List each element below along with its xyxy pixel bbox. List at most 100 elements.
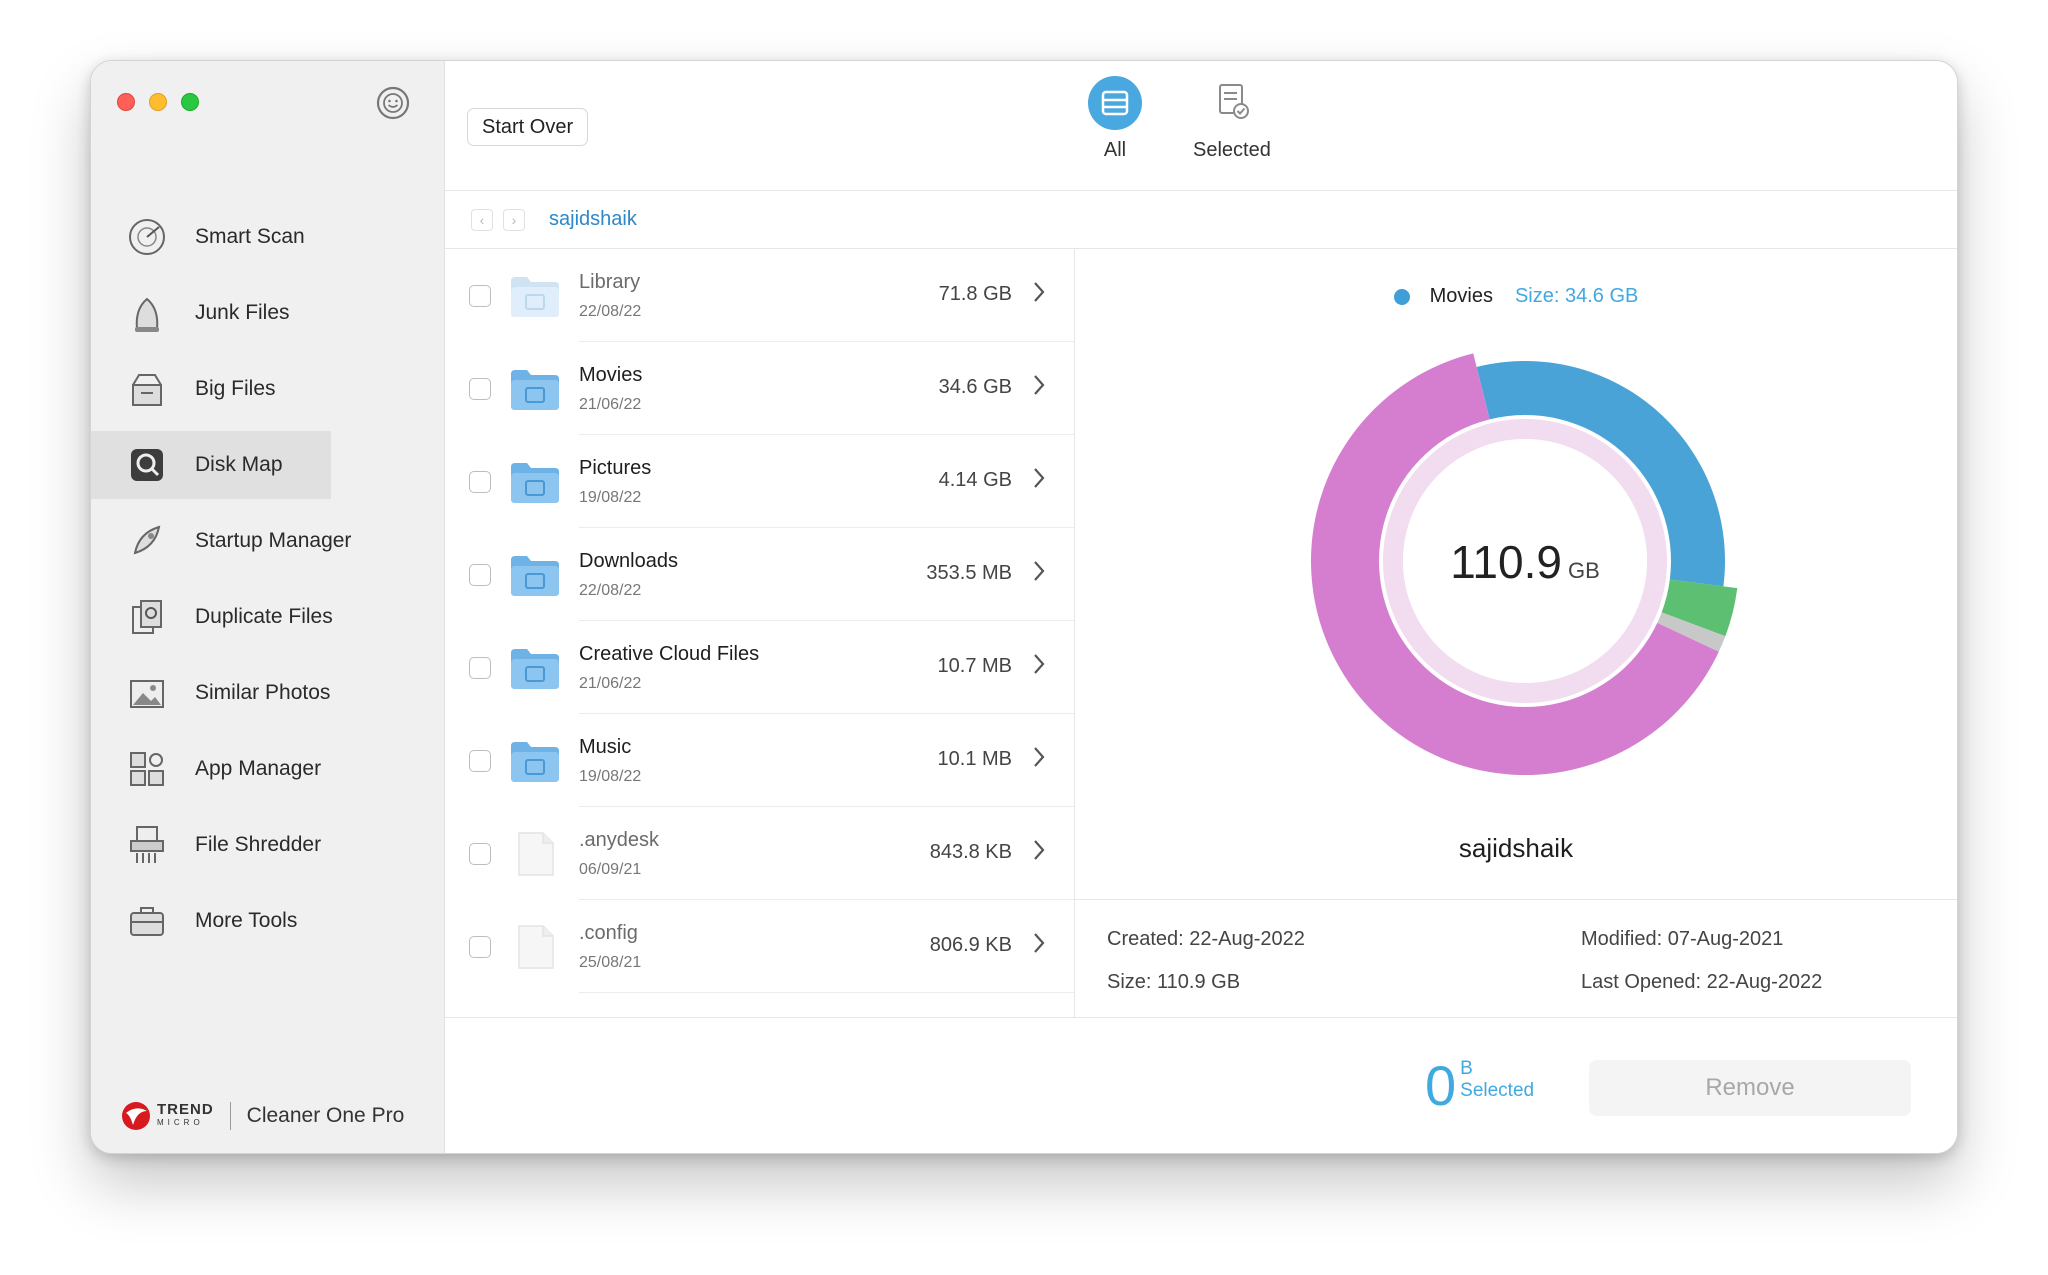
sidebar-item-similar-photos[interactable]: Similar Photos xyxy=(91,659,444,727)
sidebar-item-more-tools[interactable]: More Tools xyxy=(91,887,444,955)
tab-selected[interactable]: Selected xyxy=(1193,75,1271,162)
selected-size-label: Selected xyxy=(1460,1080,1535,1101)
row-checkbox[interactable] xyxy=(469,563,491,586)
chevron-right-icon[interactable] xyxy=(1032,651,1046,677)
sidebar-item-startup-manager[interactable]: Startup Manager xyxy=(91,507,444,575)
sidebar-item-label: Duplicate Files xyxy=(195,605,333,628)
close-window-button[interactable] xyxy=(117,93,135,111)
row-checkbox[interactable] xyxy=(469,377,491,400)
folder-icon xyxy=(511,369,559,410)
file-date: 19/08/22 xyxy=(579,768,642,785)
sidebar-item-smart-scan[interactable]: Smart Scan xyxy=(91,203,444,271)
chevron-right-icon[interactable] xyxy=(1032,558,1046,584)
back-arrow-button[interactable]: ‹ xyxy=(471,208,493,231)
main-panel: Start Over All Selected ‹ › sajidshaik L… xyxy=(445,61,1957,1153)
disk-map-icon xyxy=(131,449,163,481)
forward-arrow-button[interactable]: › xyxy=(503,208,525,231)
row-info: Creative Cloud Files 21/06/22 10.7 MB xyxy=(579,621,1074,714)
sidebar-item-big-files[interactable]: Big Files xyxy=(91,355,444,423)
selected-files-icon xyxy=(1218,84,1249,119)
row-checkbox[interactable] xyxy=(469,656,491,679)
file-row-movies[interactable]: Movies 21/06/22 34.6 GB xyxy=(445,342,1074,435)
sidebar-item-duplicate-files[interactable]: Duplicate Files xyxy=(91,583,444,651)
row-info: Library 22/08/22 71.8 GB xyxy=(579,249,1074,342)
file-row-library[interactable]: Library 22/08/22 71.8 GB xyxy=(445,249,1074,342)
tab-selected-label: Selected xyxy=(1193,139,1271,161)
selected-size-readout: 0 B Selected xyxy=(1425,1058,1534,1114)
donut-total-unit: GB xyxy=(1567,558,1600,583)
selected-folder-name: sajidshaik xyxy=(1458,833,1574,863)
file-name: Creative Cloud Files xyxy=(579,643,760,665)
all-files-icon xyxy=(1088,76,1142,130)
created-date: Created: 22-Aug-2022 xyxy=(1107,928,1305,950)
file-size: 353.5 MB xyxy=(926,562,1012,584)
row-checkbox[interactable] xyxy=(469,935,491,958)
sidebar-item-label: Disk Map xyxy=(195,453,283,476)
file-size: 34.6 GB xyxy=(938,376,1012,398)
chevron-right-icon[interactable] xyxy=(1032,372,1046,398)
vacuum-icon xyxy=(135,297,159,332)
file-size: 10.7 MB xyxy=(937,655,1012,677)
file-row-music[interactable]: Music 19/08/22 10.1 MB xyxy=(445,714,1074,807)
sidebar-item-junk-files[interactable]: Junk Files xyxy=(91,279,444,347)
folder-icon xyxy=(511,462,559,503)
file-date: 06/09/21 xyxy=(579,861,642,878)
box-icon xyxy=(132,374,162,406)
row-checkbox[interactable] xyxy=(469,470,491,493)
start-over-button[interactable]: Start Over xyxy=(467,108,589,146)
breadcrumb-current[interactable]: sajidshaik xyxy=(549,208,637,231)
tab-all[interactable]: All xyxy=(1087,75,1143,162)
modified-date: Modified: 07-Aug-2021 xyxy=(1581,928,1784,950)
file-date: 19/08/22 xyxy=(579,489,642,506)
row-checkbox[interactable] xyxy=(469,842,491,865)
photo-icon xyxy=(130,680,164,708)
file-icon xyxy=(518,831,554,876)
file-row-config[interactable]: .config 25/08/21 806.9 KB xyxy=(445,900,1074,993)
sidebar-item-label: Similar Photos xyxy=(195,681,331,704)
remove-button[interactable]: Remove xyxy=(1589,1060,1911,1116)
maximize-window-button[interactable] xyxy=(181,93,199,111)
file-row-pictures[interactable]: Pictures 19/08/22 4.14 GB xyxy=(445,435,1074,528)
sidebar-item-label: Junk Files xyxy=(195,301,290,324)
sidebar-item-file-shredder[interactable]: File Shredder xyxy=(91,811,444,879)
folder-icon xyxy=(511,741,559,782)
toolbox-icon xyxy=(130,907,164,936)
file-row-creative-cloud-files[interactable]: Creative Cloud Files 21/06/22 10.7 MB xyxy=(445,621,1074,714)
row-checkbox[interactable] xyxy=(469,749,491,772)
radar-icon xyxy=(129,219,165,255)
sidebar-item-disk-map[interactable]: Disk Map xyxy=(91,431,331,499)
row-info: Downloads 22/08/22 353.5 MB xyxy=(579,528,1074,621)
sidebar-item-app-manager[interactable]: App Manager xyxy=(91,735,444,803)
file-name: .config xyxy=(579,922,638,944)
file-icon xyxy=(518,924,554,969)
chevron-right-icon[interactable] xyxy=(1032,279,1046,305)
file-size: 843.8 KB xyxy=(929,841,1012,863)
chevron-right-icon[interactable] xyxy=(1032,837,1046,863)
folder-icon xyxy=(511,648,559,689)
sidebar-nav: Smart Scan Junk Files Big Files Disk Map Sta… xyxy=(91,203,444,963)
file-row-anydesk[interactable]: .anydesk 06/09/21 843.8 KB xyxy=(445,807,1074,900)
file-size: 71.8 GB xyxy=(938,283,1012,305)
row-info: Movies 21/06/22 34.6 GB xyxy=(579,342,1074,435)
legend-name: Movies xyxy=(1429,285,1493,307)
donut-total-value: 110.9 xyxy=(1450,536,1562,588)
brand-logo-text: TREND MICRO xyxy=(157,1101,214,1127)
file-size: 806.9 KB xyxy=(929,934,1012,956)
file-date: 21/06/22 xyxy=(579,396,642,413)
file-row-downloads[interactable]: Downloads 22/08/22 353.5 MB xyxy=(445,528,1074,621)
file-date: 22/08/22 xyxy=(579,303,642,320)
window-controls xyxy=(117,93,199,111)
file-size: 4.14 GB xyxy=(938,469,1012,491)
chevron-right-icon[interactable] xyxy=(1032,744,1046,770)
feedback-smiley-icon[interactable] xyxy=(373,83,413,123)
rocket-icon xyxy=(133,525,161,555)
last-opened-date: Last Opened: 22-Aug-2022 xyxy=(1581,971,1823,993)
file-name: Music xyxy=(579,736,632,758)
file-name: Movies xyxy=(579,364,643,386)
row-checkbox[interactable] xyxy=(469,284,491,307)
minimize-window-button[interactable] xyxy=(149,93,167,111)
toolbar: Start Over All Selected xyxy=(445,61,1957,191)
row-info: Pictures 19/08/22 4.14 GB xyxy=(579,435,1074,528)
chevron-right-icon[interactable] xyxy=(1032,465,1046,491)
chevron-right-icon[interactable] xyxy=(1032,930,1046,956)
